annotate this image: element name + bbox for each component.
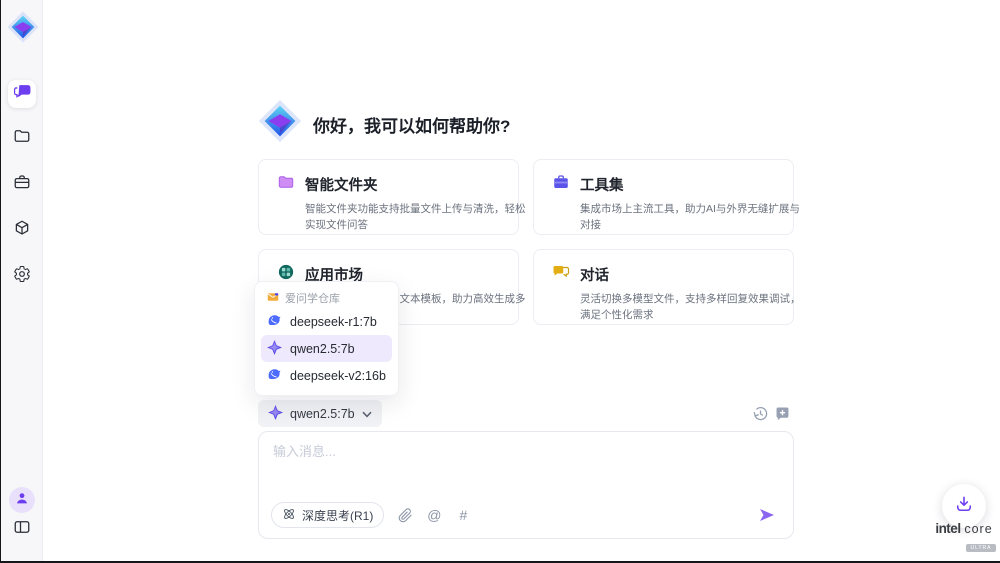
model-option-label: deepseek-r1:7b <box>290 315 377 329</box>
card-description: 集成市场上主流工具，助力AI与外界无缝扩展与对接 <box>580 202 801 234</box>
user-avatar[interactable] <box>9 487 35 513</box>
message-input[interactable] <box>273 444 753 459</box>
gear-icon <box>13 265 31 288</box>
prompt-tag-icon[interactable]: # <box>455 507 471 523</box>
card-smart-folders[interactable]: 智能文件夹 智能文件夹功能支持批量文件上传与清洗，轻松实现文件问答 <box>258 159 519 235</box>
card-description: 智能文件夹功能支持批量文件上传与清洗，轻松实现文件问答 <box>305 202 526 234</box>
toolbox-icon <box>552 173 570 196</box>
card-title: 智能文件夹 <box>305 174 378 195</box>
sidebar-item-folders[interactable] <box>8 124 36 152</box>
sidebar <box>1 0 43 561</box>
cube-icon <box>13 219 31 242</box>
briefcase-icon <box>13 173 31 196</box>
greeting-logo-icon <box>257 98 303 144</box>
intel-product-label: core <box>964 522 992 536</box>
atom-icon <box>282 507 296 524</box>
sidebar-item-chat[interactable] <box>8 80 36 108</box>
history-icon[interactable] <box>752 405 769 422</box>
person-icon <box>14 490 30 511</box>
composer-toolbar: 深度思考(R1) @ # <box>271 502 471 528</box>
repository-icon <box>267 291 279 306</box>
dropdown-header-label: 爱问学仓库 <box>285 290 340 306</box>
deepseek-icon <box>267 313 282 331</box>
intel-core-badge: intel core ULTRA <box>929 521 999 554</box>
selected-model-label: qwen2.5:7b <box>290 407 355 421</box>
model-selector-button[interactable]: qwen2.5:7b <box>258 400 382 427</box>
download-icon <box>954 494 974 519</box>
chevron-down-icon <box>362 407 372 421</box>
model-option-deepseek-r1[interactable]: deepseek-r1:7b <box>261 308 392 335</box>
card-dialogue[interactable]: 对话 灵活切换多模型文件，支持多样回复效果调试，满足个性化需求 <box>533 249 794 325</box>
sidebar-collapse-button[interactable] <box>8 515 36 543</box>
card-description: 灵活切换多模型文件，支持多样回复效果调试，满足个性化需求 <box>580 292 801 324</box>
deep-think-toggle[interactable]: 深度思考(R1) <box>271 502 384 528</box>
intel-brand-label: intel <box>935 521 960 536</box>
sidebar-item-settings[interactable] <box>8 262 36 290</box>
mention-icon[interactable]: @ <box>426 507 442 523</box>
message-composer: 深度思考(R1) @ # <box>258 431 794 539</box>
dropdown-header: 爱问学仓库 <box>261 288 392 308</box>
send-icon[interactable] <box>757 506 777 524</box>
page-title: 你好，我可以如何帮助你? <box>313 112 510 137</box>
model-option-deepseek-v2[interactable]: deepseek-v2:16b <box>261 362 392 389</box>
model-option-label: deepseek-v2:16b <box>290 369 386 383</box>
sidebar-item-toolbox[interactable] <box>8 170 36 198</box>
app-logo-icon <box>6 10 40 44</box>
deepseek-icon <box>267 367 282 385</box>
dialogue-icon <box>552 263 570 286</box>
sidebar-item-models[interactable] <box>8 216 36 244</box>
model-dropdown: 爱问学仓库 deepseek-r1:7b <box>254 281 399 396</box>
new-chat-icon[interactable] <box>774 405 791 422</box>
folder-icon <box>13 127 31 150</box>
panel-collapse-icon <box>13 518 31 541</box>
qwen-icon <box>267 340 282 358</box>
chat-icon <box>13 82 32 106</box>
app-window: 你好，我可以如何帮助你? 智能文件夹 智能文件夹功能支持批量文件上传与清洗，轻松… <box>0 0 1000 563</box>
qwen-icon <box>268 405 283 423</box>
attach-file-icon[interactable] <box>397 507 413 523</box>
deep-think-label: 深度思考(R1) <box>302 507 373 524</box>
model-option-label: qwen2.5:7b <box>290 342 355 356</box>
intel-ultra-badge: ULTRA <box>966 544 995 552</box>
model-option-qwen[interactable]: qwen2.5:7b <box>261 335 392 362</box>
card-title: 工具集 <box>580 174 624 195</box>
card-toolset[interactable]: 工具集 集成市场上主流工具，助力AI与外界无缝扩展与对接 <box>533 159 794 235</box>
smart-folder-icon <box>277 173 295 196</box>
card-title: 对话 <box>580 264 609 285</box>
